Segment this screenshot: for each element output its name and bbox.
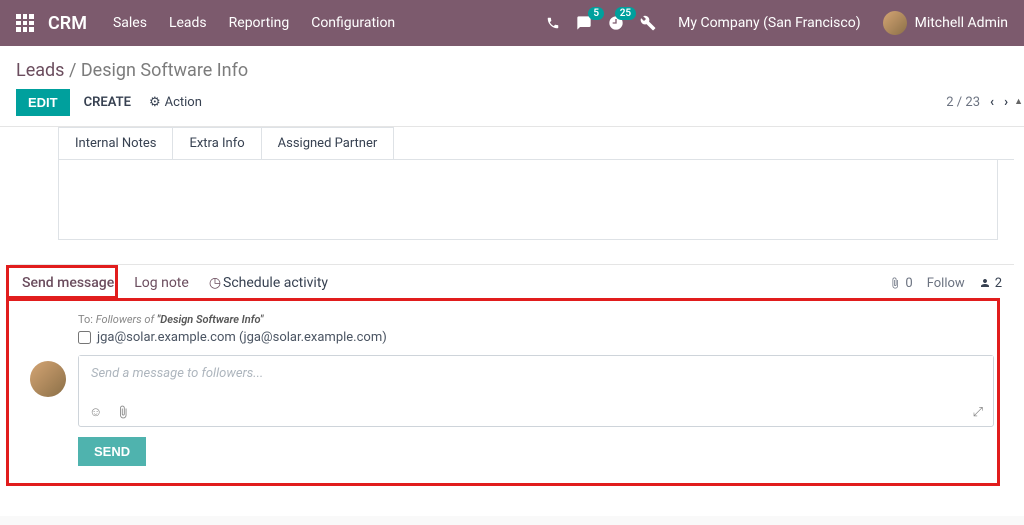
breadcrumb-row: Leads / Design Software Info	[0, 46, 1024, 89]
paperclip-icon	[889, 277, 901, 289]
chatter-actions: Send message Log note ◷Schedule activity…	[10, 265, 1014, 301]
messaging-icon[interactable]: 5	[576, 15, 592, 31]
attach-icon[interactable]	[116, 405, 130, 419]
topbar: CRM Sales Leads Reporting Configuration …	[0, 0, 1024, 46]
schedule-activity-tab[interactable]: ◷Schedule activity	[209, 275, 328, 291]
pager-prev-icon[interactable]: ‹	[990, 95, 994, 110]
clock-icon: ◷	[209, 275, 221, 291]
scroll-up-arrow[interactable]: ▲	[1014, 96, 1023, 107]
tab-assigned-partner[interactable]: Assigned Partner	[261, 127, 395, 159]
user-menu[interactable]: Mitchell Admin	[915, 15, 1008, 31]
breadcrumb: Leads / Design Software Info	[16, 60, 248, 81]
nav-configuration[interactable]: Configuration	[311, 15, 395, 31]
suggested-recipient[interactable]: jga@solar.example.com (jga@solar.example…	[78, 330, 1002, 345]
pager-next-icon[interactable]: ›	[1004, 95, 1008, 110]
nav-leads[interactable]: Leads	[169, 15, 207, 31]
breadcrumb-current: Design Software Info	[81, 60, 248, 81]
compose-avatar	[30, 361, 66, 397]
breadcrumb-parent[interactable]: Leads	[16, 60, 64, 81]
form-content: Internal Notes Extra Info Assigned Partn…	[0, 127, 1024, 516]
nav-sales[interactable]: Sales	[113, 15, 147, 31]
editor-toolbar: ☺ ⤢	[79, 398, 993, 426]
activity-icon[interactable]: 25	[608, 15, 624, 31]
edit-button[interactable]: EDIT	[16, 89, 70, 116]
chatter: Send message Log note ◷Schedule activity…	[10, 264, 1014, 484]
gear-icon: ⚙	[149, 95, 161, 110]
recipients-line: To: Followers of "Design Software Info"	[78, 313, 1002, 326]
compose-area: To: Followers of "Design Software Info" …	[10, 301, 1014, 484]
tab-extra-info[interactable]: Extra Info	[172, 127, 261, 159]
attachments-button[interactable]: 0	[889, 276, 912, 291]
phone-icon[interactable]	[546, 16, 560, 30]
follow-button[interactable]: Follow	[927, 276, 965, 291]
message-editor: ☺ ⤢	[78, 355, 994, 427]
send-button[interactable]: SEND	[78, 437, 146, 466]
send-message-tab[interactable]: Send message	[22, 275, 114, 291]
suggested-recipient-checkbox[interactable]	[78, 331, 91, 344]
pager-value[interactable]: 2 / 23	[946, 95, 980, 110]
create-button[interactable]: CREATE	[84, 95, 131, 110]
tab-content	[58, 160, 998, 240]
activity-badge: 25	[615, 7, 636, 20]
log-note-tab[interactable]: Log note	[134, 275, 189, 291]
company-selector[interactable]: My Company (San Francisco)	[678, 15, 860, 31]
form-tabs: Internal Notes Extra Info Assigned Partn…	[58, 127, 1014, 160]
user-avatar[interactable]	[883, 11, 907, 35]
expand-composer-icon[interactable]: ⤢	[973, 405, 983, 420]
tab-internal-notes[interactable]: Internal Notes	[58, 127, 173, 159]
followers-count[interactable]: 2	[979, 276, 1002, 291]
pager: 2 / 23 ‹ ›	[946, 95, 1008, 110]
emoji-icon[interactable]: ☺	[89, 404, 102, 420]
app-brand[interactable]: CRM	[48, 13, 87, 34]
apps-launcher-icon[interactable]	[16, 14, 34, 32]
messaging-badge: 5	[588, 7, 604, 20]
nav-reporting[interactable]: Reporting	[229, 15, 290, 31]
person-icon	[979, 277, 991, 289]
debug-icon[interactable]	[640, 15, 656, 31]
message-input[interactable]	[79, 356, 993, 394]
action-bar: EDIT CREATE ⚙Action 2 / 23 ‹ ›	[0, 89, 1024, 127]
action-dropdown[interactable]: ⚙Action	[149, 95, 202, 110]
